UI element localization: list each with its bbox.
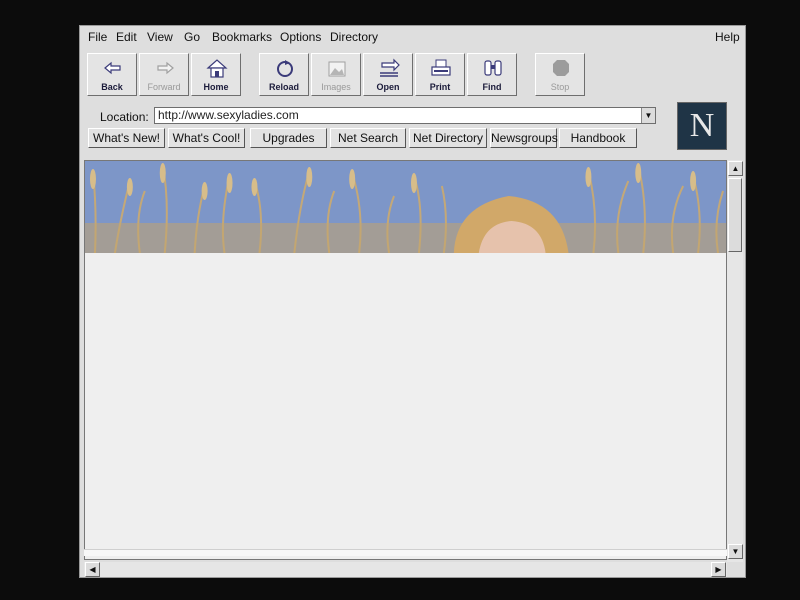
- location-input[interactable]: http://www.sexyladies.com: [154, 107, 656, 124]
- printer-icon: [431, 59, 451, 76]
- reload-button[interactable]: Reload: [259, 53, 309, 96]
- menu-bookmarks[interactable]: Bookmarks: [212, 30, 272, 44]
- netscape-logo[interactable]: N: [677, 102, 727, 150]
- handbook-button[interactable]: Handbook: [559, 128, 637, 148]
- location-label: Location:: [100, 110, 149, 124]
- images-button[interactable]: Images: [311, 53, 361, 96]
- page-content: [84, 160, 727, 560]
- stop-button[interactable]: Stop: [535, 53, 585, 96]
- back-button[interactable]: Back: [87, 53, 137, 96]
- browser-window: File Edit View Go Bookmarks Options Dire…: [79, 25, 746, 578]
- scroll-right-button[interactable]: ▶: [711, 562, 726, 577]
- find-button[interactable]: Find: [467, 53, 517, 96]
- binoculars-icon: [484, 60, 502, 76]
- menu-options[interactable]: Options: [280, 30, 321, 44]
- menu-view[interactable]: View: [147, 30, 173, 44]
- arrow-down-icon: ▼: [731, 547, 740, 556]
- stop-icon: [553, 60, 569, 76]
- forward-arrow-icon: [157, 61, 174, 75]
- net-directory-button[interactable]: Net Directory: [409, 128, 487, 148]
- location-dropdown-button[interactable]: ▼: [641, 108, 655, 123]
- banner-image: [85, 161, 726, 253]
- net-search-button[interactable]: Net Search: [330, 128, 406, 148]
- upgrades-button[interactable]: Upgrades: [250, 128, 327, 148]
- open-label: Open: [376, 82, 400, 92]
- menu-go[interactable]: Go: [184, 30, 200, 44]
- toolbar: Back Forward Home Reload Images Open Pri…: [86, 53, 686, 99]
- newsgroups-button[interactable]: Newsgroups: [490, 128, 558, 148]
- arrow-left-icon: ◀: [89, 565, 96, 574]
- print-button[interactable]: Print: [415, 53, 465, 96]
- menu-edit[interactable]: Edit: [116, 30, 137, 44]
- scroll-down-button[interactable]: ▼: [728, 544, 743, 559]
- stop-label: Stop: [550, 82, 570, 92]
- scroll-left-button[interactable]: ◀: [85, 562, 100, 577]
- open-icon: [380, 58, 400, 77]
- back-label: Back: [101, 82, 123, 92]
- home-label: Home: [203, 82, 229, 92]
- scroll-thumb[interactable]: [728, 178, 742, 252]
- forward-button[interactable]: Forward: [139, 53, 189, 96]
- forward-label: Forward: [147, 82, 181, 92]
- arrow-up-icon: ▲: [731, 164, 740, 173]
- reload-label: Reload: [268, 82, 299, 92]
- arrow-right-icon: ▶: [715, 565, 722, 574]
- print-label: Print: [429, 82, 451, 92]
- images-icon: [328, 61, 346, 77]
- page-bottom-edge: [84, 549, 727, 556]
- chevron-down-icon: ▼: [644, 111, 653, 120]
- reload-icon: [277, 60, 293, 77]
- horizontal-scrollbar[interactable]: ◀ ▶: [84, 562, 727, 577]
- scroll-up-button[interactable]: ▲: [728, 161, 743, 176]
- menu-bar: File Edit View Go Bookmarks Options Dire…: [80, 26, 745, 48]
- home-button[interactable]: Home: [191, 53, 241, 96]
- find-label: Find: [482, 82, 502, 92]
- menu-help[interactable]: Help: [715, 30, 740, 44]
- whats-new-button[interactable]: What's New!: [88, 128, 165, 148]
- location-bar: Location: http://www.sexyladies.com ▼: [80, 106, 745, 128]
- back-arrow-icon: [104, 61, 121, 75]
- whats-cool-button[interactable]: What's Cool!: [168, 128, 245, 148]
- vertical-scrollbar[interactable]: ▲ ▼: [727, 160, 743, 562]
- logo-letter: N: [689, 107, 715, 144]
- open-button[interactable]: Open: [363, 53, 413, 96]
- home-icon: [206, 59, 228, 78]
- menu-file[interactable]: File: [88, 30, 107, 44]
- images-label: Images: [321, 82, 351, 92]
- menu-directory[interactable]: Directory: [330, 30, 378, 44]
